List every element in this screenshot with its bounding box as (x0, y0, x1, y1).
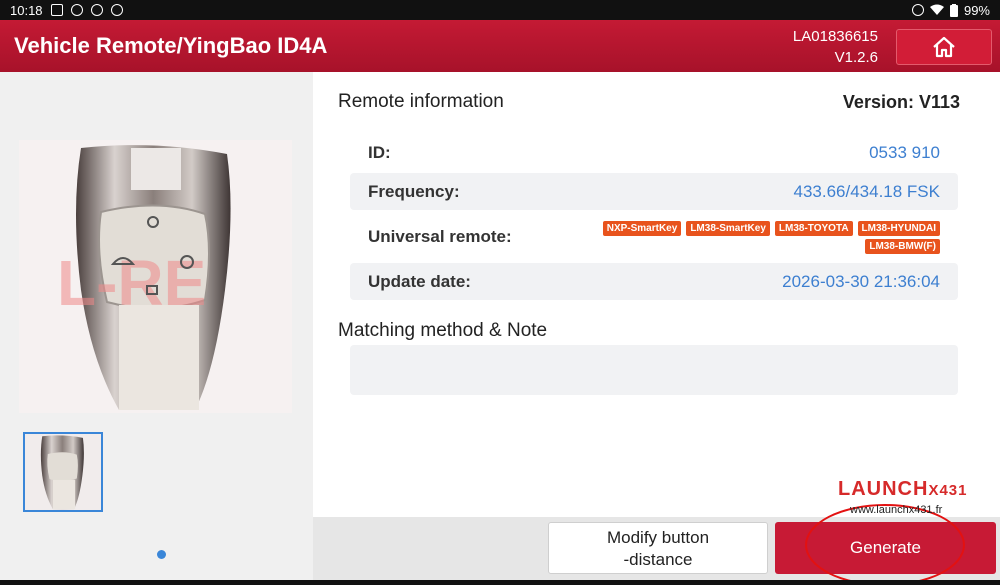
highlight-ellipse (805, 504, 965, 585)
matching-method-title: Matching method & Note (338, 320, 548, 341)
status-bar: 10:18 99% (0, 0, 1000, 20)
car-key-thumbnail (40, 435, 84, 510)
navigation-strip (0, 580, 1000, 585)
action-bar: Modify button -distance Generate (313, 504, 1000, 585)
tag-lm38-toyota: LM38-TOYOTA (774, 220, 853, 236)
home-icon (933, 36, 955, 58)
remote-version: Version: V113 (842, 92, 960, 112)
image-icon (50, 4, 63, 16)
tag-lm38-bmw: LM38-BMW(F) (865, 238, 940, 254)
modify-button-distance-button[interactable]: Modify button -distance (548, 522, 768, 574)
page-title: Vehicle Remote/YingBao ID4A (14, 33, 328, 58)
info-row-update-date: Update date: 2026-03-30 21:36:04 (350, 263, 958, 300)
universal-remote-label: Universal remote: (368, 227, 512, 246)
tag-lm38-hyundai: LM38-HYUNDAI (857, 220, 940, 236)
device-info: LA01836615 V1.2.6 (793, 26, 878, 68)
remote-info-title: Remote information (338, 91, 504, 112)
info-panel: Remote information Version: V113 ID: 053… (313, 72, 1000, 517)
wifi-icon (929, 4, 944, 15)
info-row-frequency: Frequency: 433.66/434.18 FSK (350, 173, 958, 210)
battery-icon (949, 3, 958, 17)
frequency-value: 433.66/434.18 FSK (793, 181, 940, 201)
watermark-url: www.launchx431.fr (850, 504, 943, 516)
app-version: V1.2.6 (834, 49, 878, 66)
message-icon (90, 4, 103, 16)
serial-number: LA01836615 (792, 28, 878, 45)
modify-button-line2: -distance (623, 550, 693, 569)
tag-lm38-smartkey: LM38-SmartKey (686, 220, 770, 236)
update-date-label: Update date: (368, 271, 471, 291)
logo-mark: X431 (928, 482, 968, 499)
image-panel: L-RE (0, 72, 313, 580)
dnd-icon (911, 4, 924, 16)
battery-percent: 99% (963, 2, 990, 18)
tag-nxp-smartkey: NXP-SmartKey (602, 220, 682, 236)
matching-note-box (350, 345, 958, 395)
page-indicator-dot (157, 550, 166, 559)
universal-remote-tags: NXP-SmartKey LM38-SmartKey LM38-TOYOTA L… (580, 220, 940, 254)
logo-text: LAUNCH (838, 478, 929, 500)
modify-button-line1: Modify button (606, 528, 710, 547)
thumbnail-image[interactable] (23, 432, 103, 512)
id-label: ID: (368, 143, 391, 162)
app-header: Vehicle Remote/YingBao ID4A LA01836615 V… (0, 20, 1000, 72)
info-row-universal-remote: Universal remote: NXP-SmartKey LM38-Smar… (350, 213, 958, 261)
launch-logo: LAUNCHX431 (838, 478, 967, 501)
update-date-value: 2026-03-30 21:36:04 (782, 271, 940, 291)
status-time: 10:18 (10, 2, 43, 18)
frequency-label: Frequency: (368, 181, 460, 201)
id-value: 0533 910 (869, 143, 940, 162)
location-icon (110, 4, 123, 16)
car-key-illustration: L-RE (57, 145, 231, 410)
sync-icon (70, 4, 83, 16)
info-row-id: ID: 0533 910 (350, 135, 958, 171)
home-button[interactable] (896, 29, 992, 65)
remote-key-image: L-RE (19, 140, 292, 413)
